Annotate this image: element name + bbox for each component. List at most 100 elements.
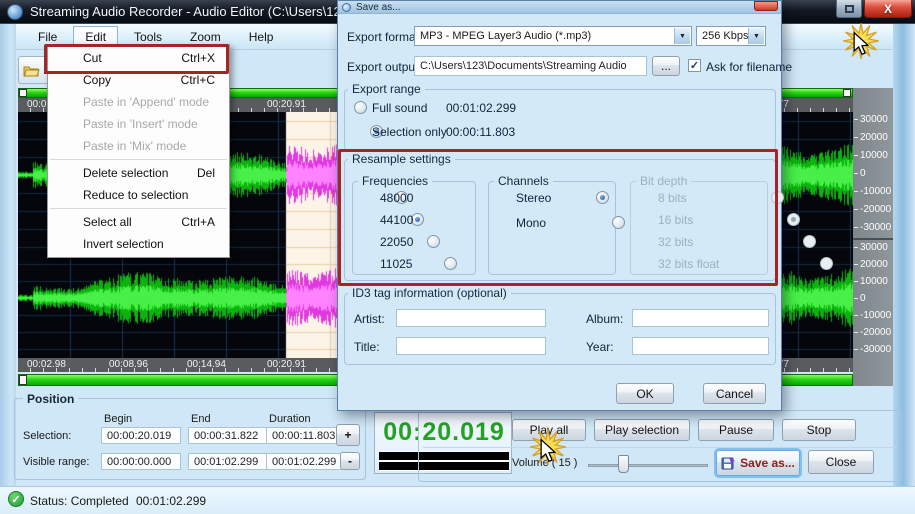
scale-label: -20000: [860, 327, 891, 338]
album-input[interactable]: [632, 309, 769, 327]
save-as-button[interactable]: Save as...: [716, 450, 800, 476]
export-format-select[interactable]: MP3 - MPEG Layer3 Audio (*.mp3) ▼: [414, 26, 692, 46]
pause-button[interactable]: Pause: [698, 419, 774, 441]
header-duration: Duration: [269, 413, 311, 425]
selection-end-field[interactable]: 00:00:31.822: [188, 427, 268, 444]
volume-label: Volume ( 15 ): [512, 457, 577, 469]
window-title: Streaming Audio Recorder - Audio Editor …: [30, 4, 348, 19]
bitrate-select[interactable]: 256 Kbps ▼: [696, 26, 766, 46]
scale-label: -20000: [860, 204, 891, 215]
selection-begin-field[interactable]: 00:00:20.019: [101, 427, 181, 444]
year-input[interactable]: [632, 337, 769, 355]
amplitude-scale: 30000 20000 10000 0 -10000 -20000 -30000…: [853, 88, 893, 386]
title-input[interactable]: [396, 337, 546, 355]
dialog-title-bar: Save as...: [338, 1, 781, 14]
transport-divider: [423, 447, 897, 448]
status-time: 00:01:02.299: [136, 494, 206, 508]
selection-row-label: Selection:: [23, 430, 71, 442]
menu-item-label: Paste in 'Append' mode: [83, 95, 209, 109]
menu-item-delete-selection[interactable]: Delete selection Del: [48, 162, 229, 184]
volume-slider-thumb[interactable]: [618, 455, 629, 473]
bits-32f-radio: [820, 257, 833, 270]
close-window-button[interactable]: X: [864, 0, 912, 18]
scale-label: -10000: [860, 186, 891, 197]
menu-item-invert-selection[interactable]: Invert selection: [48, 233, 229, 255]
zoom-in-button[interactable]: +: [336, 424, 360, 446]
selection-only-value: 00:00:11.803: [446, 125, 515, 139]
browse-button[interactable]: ...: [652, 56, 680, 76]
artist-input[interactable]: [396, 309, 546, 327]
visible-duration-field[interactable]: 00:01:02.299: [266, 453, 346, 470]
stop-button[interactable]: Stop: [782, 419, 856, 441]
scale-label: -30000: [860, 222, 891, 233]
amplitude-scale-ch2: 30000 20000 10000 0 -10000 -20000 -30000: [853, 240, 893, 360]
save-icon: [721, 456, 736, 470]
selection-handle-right[interactable]: [843, 89, 851, 97]
export-format-value: MP3 - MPEG Layer3 Audio (*.mp3): [420, 30, 591, 42]
export-output-label: Export output:: [347, 60, 422, 74]
position-panel: Position Begin End Duration Selection: 0…: [14, 398, 366, 480]
status-text: Status: Completed: [30, 494, 129, 508]
export-format-label: Export format:: [347, 30, 422, 44]
menu-item-reduce-to-selection[interactable]: Reduce to selection: [48, 184, 229, 206]
ruler-label: 00:02.98: [27, 359, 66, 370]
edit-menu-popup: Cut Ctrl+X Copy Ctrl+C Paste in 'Append'…: [47, 44, 230, 258]
menu-help[interactable]: Help: [237, 26, 286, 48]
play-all-button[interactable]: Play all: [512, 419, 586, 441]
scale-label: 30000: [860, 114, 888, 125]
id3-title: ID3 tag information (optional): [348, 286, 511, 300]
scale-label: -30000: [860, 344, 891, 355]
position-panel-title: Position: [23, 392, 78, 406]
selection-duration-field[interactable]: 00:00:11.803: [266, 427, 346, 444]
full-sound-value: 00:01:02.299: [446, 101, 516, 115]
restore-icon: [845, 5, 854, 13]
selection-only-label: Selection only: [372, 125, 447, 139]
dialog-close-button[interactable]: [754, 1, 778, 11]
menu-item-label: Copy: [83, 73, 111, 87]
export-output-input[interactable]: C:\Users\123\Documents\Streaming Audio: [414, 56, 647, 76]
status-check-icon: ✓: [8, 491, 24, 507]
menu-item-label: Paste in 'Mix' mode: [83, 139, 186, 153]
scale-label: -10000: [860, 310, 891, 321]
app-icon: [7, 4, 23, 20]
ask-for-filename-checkbox[interactable]: ✓: [688, 59, 701, 72]
visible-begin-field[interactable]: 00:00:00.000: [101, 453, 181, 470]
play-selection-button[interactable]: Play selection: [594, 419, 690, 441]
selection-handle-left[interactable]: [19, 89, 27, 97]
menu-item-label: Invert selection: [83, 237, 164, 251]
restore-button[interactable]: [836, 0, 862, 18]
menu-item-paste-append: Paste in 'Append' mode: [48, 91, 229, 113]
full-sound-radio[interactable]: [354, 101, 367, 114]
visible-end-field[interactable]: 00:01:02.299: [188, 453, 268, 470]
menu-item-paste-insert: Paste in 'Insert' mode: [48, 113, 229, 135]
scale-label: 0: [860, 293, 866, 304]
bitrate-value: 256 Kbps: [702, 30, 748, 42]
zoom-out-button[interactable]: -: [340, 452, 360, 470]
scale-label: 20000: [860, 259, 888, 270]
menu-item-label: Reduce to selection: [83, 188, 188, 202]
scale-label: 10000: [860, 150, 888, 161]
volume-slider-track[interactable]: [588, 464, 708, 467]
annotation-box-cut: [44, 44, 229, 74]
export-range-title: Export range: [348, 82, 425, 96]
ask-for-filename-label: Ask for filename: [706, 60, 792, 74]
chevron-down-icon: ▼: [674, 28, 690, 44]
ruler-label: 00:14.94: [187, 359, 226, 370]
menu-item-paste-mix: Paste in 'Mix' mode: [48, 135, 229, 157]
menu-item-label: Paste in 'Insert' mode: [83, 117, 198, 131]
close-editor-button[interactable]: Close: [808, 450, 874, 474]
dialog-title: Save as...: [356, 2, 400, 13]
artist-label: Artist:: [354, 312, 385, 326]
menu-item-select-all[interactable]: Select all Ctrl+A: [48, 211, 229, 233]
cancel-button[interactable]: Cancel: [703, 383, 766, 404]
scale-label: 30000: [860, 242, 888, 253]
chevron-down-icon: ▼: [748, 28, 764, 44]
menu-separator: [50, 208, 227, 209]
header-begin: Begin: [104, 413, 132, 425]
menu-separator: [50, 159, 227, 160]
ruler-label: 00:20.91: [267, 99, 306, 110]
close-icon: X: [884, 2, 892, 16]
scrollbar-thumb[interactable]: [19, 375, 27, 385]
save-as-label: Save as...: [740, 456, 795, 470]
ok-button[interactable]: OK: [616, 383, 674, 404]
